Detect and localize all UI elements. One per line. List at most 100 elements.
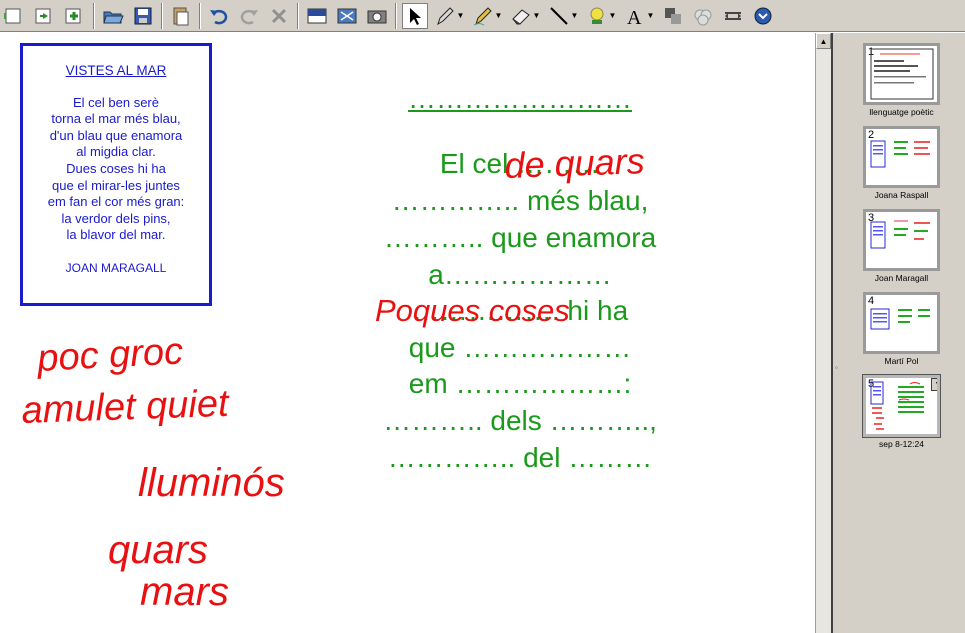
page-thumbnail-item[interactable]: 1 llenguatge poètic xyxy=(863,43,940,117)
page-thumbnail-selected[interactable]: 5 ▼ xyxy=(862,374,941,438)
vertical-scrollbar[interactable]: ▲ xyxy=(815,33,831,633)
page-thumbnail-item[interactable]: 3 Joan Maragall xyxy=(863,209,940,283)
exercise-line: a……………… xyxy=(428,259,612,290)
poem-box[interactable]: VISTES AL MAR El cel ben serè torna el m… xyxy=(20,43,212,306)
toolbar-separator xyxy=(93,2,95,29)
capture-icon xyxy=(367,10,387,23)
handwriting-poc-groc: poc groc xyxy=(35,330,184,380)
poem-line: em fan el cor més gran: xyxy=(47,194,185,210)
toolbar-separator xyxy=(199,2,201,29)
redo-button[interactable] xyxy=(236,3,262,29)
chevron-down-icon: ▼ xyxy=(935,381,937,388)
thumbnail-preview xyxy=(870,308,930,330)
handwriting-quars: quars xyxy=(108,528,208,572)
exercise-line: ……….. que enamora xyxy=(383,222,657,253)
more-button[interactable] xyxy=(750,3,776,29)
undo-button[interactable] xyxy=(206,3,232,29)
line-icon xyxy=(549,6,568,25)
page-thumbnail[interactable]: 4 xyxy=(863,292,940,354)
previous-page-icon xyxy=(4,8,21,23)
poem-line: la verdor dels pins, xyxy=(61,210,171,226)
poem-author: JOAN MARAGALL xyxy=(65,260,167,275)
toolbar-separator xyxy=(395,2,397,29)
page-thumbnail[interactable]: 3 xyxy=(863,209,940,271)
poem-lines: El cel ben serè torna el mar més blau, d… xyxy=(23,95,209,244)
undo-icon xyxy=(210,9,228,24)
exercise-line: ………….. del ……… xyxy=(387,442,653,473)
properties-icon xyxy=(694,9,712,25)
toolbar-separator xyxy=(161,2,163,29)
creative-pen-icon xyxy=(473,6,492,25)
handwriting-mars: mars xyxy=(140,570,229,614)
creative-pen-button[interactable]: ▼ xyxy=(470,3,504,29)
page-thumbnail-item[interactable]: 5 ▼ sep 8-12:24 xyxy=(862,374,941,449)
delete-icon xyxy=(271,8,287,23)
dropdown-arrow-icon: ▼ xyxy=(456,11,465,20)
exercise-line: El cel ……… xyxy=(439,148,601,179)
shapes-icon xyxy=(590,7,604,24)
redo-icon xyxy=(240,9,258,24)
handwriting-amulet-quiet: amulet quiet xyxy=(21,383,231,432)
poem-line: que el mirar-les juntes xyxy=(52,177,180,193)
poem-line: al migdia clar. xyxy=(76,144,156,160)
dropdown-arrow-icon: ▼ xyxy=(646,11,655,20)
exercise-line: ……….. dels ……….., xyxy=(383,405,657,436)
full-screen-button[interactable] xyxy=(334,3,360,29)
text-tool-button[interactable]: A ▼ xyxy=(622,3,656,29)
next-page-icon xyxy=(35,8,51,23)
next-page-button[interactable] xyxy=(32,3,58,29)
select-tool-button[interactable] xyxy=(402,2,428,29)
page-sorter-panel: ◦ 1 llenguatge poètic 2 Joana Raspall 3 … xyxy=(831,33,965,633)
dropdown-arrow-icon: ▼ xyxy=(532,11,541,20)
move-toolbar-button[interactable] xyxy=(720,3,746,29)
poem-line: El cel ben serè xyxy=(73,94,159,110)
open-button[interactable] xyxy=(100,3,126,29)
full-screen-icon xyxy=(337,8,357,23)
thumbnail-menu-button[interactable]: ▼ xyxy=(931,378,937,391)
page-label: Martí Pol xyxy=(884,356,919,366)
save-icon xyxy=(134,7,152,24)
exercise-title: …………………… xyxy=(408,83,632,114)
page-label: Joan Maragall xyxy=(874,273,929,283)
page-thumbnail[interactable]: 1 xyxy=(863,43,940,105)
select-arrow-icon xyxy=(410,7,421,25)
pen-tool-button[interactable]: ▼ xyxy=(432,3,466,29)
fill-icon xyxy=(665,7,681,24)
eraser-button[interactable]: ▼ xyxy=(508,3,542,29)
page-thumbnail[interactable]: 2 xyxy=(863,126,940,188)
paste-icon xyxy=(173,7,189,25)
shapes-button[interactable]: ▼ xyxy=(584,3,618,29)
exercise-line: que ……………… xyxy=(408,332,632,363)
screen-shade-button[interactable] xyxy=(304,3,330,29)
dropdown-arrow-icon: ▼ xyxy=(608,11,617,20)
thumbnail-preview xyxy=(870,220,930,249)
add-page-button[interactable] xyxy=(62,3,88,29)
handwriting-lluminos: lluminós xyxy=(138,461,285,505)
whiteboard-canvas[interactable]: VISTES AL MAR El cel ben serè torna el m… xyxy=(0,33,815,633)
line-tool-button[interactable]: ▼ xyxy=(546,3,580,29)
add-page-icon xyxy=(65,8,81,23)
svg-text:A: A xyxy=(627,7,642,27)
page-thumbnail-item[interactable]: 4 Martí Pol xyxy=(863,292,940,366)
eraser-icon xyxy=(511,8,530,25)
page-label: Joana Raspall xyxy=(874,190,929,200)
thumbnail-preview xyxy=(870,381,924,430)
page-thumbnail-item[interactable]: 2 Joana Raspall xyxy=(863,126,940,200)
capture-button[interactable] xyxy=(364,3,390,29)
fill-button[interactable] xyxy=(660,3,686,29)
poem-line: Dues coses hi ha xyxy=(66,160,166,176)
paste-button[interactable] xyxy=(168,3,194,29)
properties-button[interactable] xyxy=(690,3,716,29)
exercise-line: em ………………: xyxy=(408,368,632,399)
page-label: llenguatge poètic xyxy=(869,107,934,117)
dropdown-arrow-icon: ▼ xyxy=(494,11,503,20)
screen-shade-icon xyxy=(307,8,327,23)
exercise-line: ………….. més blau, xyxy=(391,185,649,216)
exercise-line: ……………. hi ha xyxy=(411,295,629,326)
scroll-up-button[interactable]: ▲ xyxy=(816,33,831,49)
panel-resize-grip-icon[interactable]: ◦ xyxy=(835,363,838,372)
pen-icon xyxy=(436,6,454,25)
save-button[interactable] xyxy=(130,3,156,29)
delete-button[interactable] xyxy=(266,3,292,29)
previous-page-button[interactable] xyxy=(2,3,28,29)
